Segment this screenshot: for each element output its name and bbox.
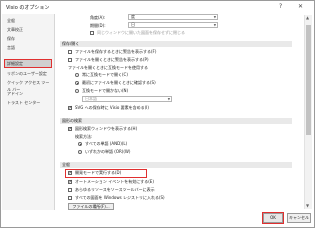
compat-subhead: ファイルを開くときに互換モードを使用する	[68, 65, 148, 70]
automation-events-label: オートメーション イベントを有効にする(E)	[75, 179, 154, 184]
options-dialog: Visio のオプション ? ✕ 全般 文章校正 保存 言語 詳細設定 リボンの…	[0, 0, 315, 228]
warn-open-label: ファイルを開くときに警告を表示する(P)	[75, 57, 149, 62]
close-button[interactable]: ✕	[298, 3, 303, 10]
show-search-label: 図形検索ウィンドウを表示する(H)	[75, 126, 138, 131]
sidebar-item-language[interactable]: 言語	[5, 44, 51, 51]
automation-events-checkbox[interactable]	[68, 179, 73, 185]
svg-include-checkbox[interactable]	[68, 105, 73, 111]
warn-save-checkbox[interactable]	[68, 50, 72, 54]
registry-label: すべての図面を Windows レジストリに入れる(S)	[75, 195, 165, 200]
resource-toolbar-checkbox[interactable]	[68, 188, 72, 192]
compat-never-label: 互換モードで開かない(N)	[82, 88, 129, 93]
sidebar-item-general[interactable]: 全般	[5, 17, 51, 24]
ok-button[interactable]: OK	[262, 212, 284, 224]
angle-select[interactable]: 度 ▼	[128, 14, 218, 20]
scroll-up-icon[interactable]: ▲	[306, 15, 309, 20]
sidebar-item-advanced[interactable]: 詳細設定	[4, 59, 52, 68]
help-button[interactable]: ?	[279, 3, 282, 10]
dialog-footer: OK キャンセル	[1, 210, 314, 227]
chevron-down-icon: ▼	[167, 97, 170, 101]
duration-label: 期間(D):	[90, 23, 106, 28]
compat-language-value: 日本語	[85, 96, 97, 101]
compat-always-radio[interactable]	[75, 73, 79, 77]
registry-checkbox[interactable]	[68, 196, 72, 200]
search-and-label: すべての単語 (AND)(L)	[85, 141, 128, 146]
warn-save-label: ファイルを保存するときに警告を表示する(F)	[75, 49, 157, 54]
window-title: Visio のオプション	[6, 5, 50, 11]
compat-ask-radio[interactable]	[75, 81, 79, 85]
duration-select[interactable]: 日 ▼	[128, 22, 218, 28]
angle-label: 角度(A):	[90, 15, 106, 20]
sidebar-item-addins[interactable]: アドイン	[5, 90, 51, 97]
figure-search-header: 図形の検索	[60, 118, 292, 124]
sidebar-item-proofing[interactable]: 文章校正	[5, 26, 51, 33]
compat-never-radio[interactable]	[75, 89, 79, 93]
file-location-button[interactable]: ファイルの場所(F)...	[68, 203, 114, 210]
developer-mode-label: 開発モードで実行する(D)	[75, 170, 122, 175]
sidebar-item-save[interactable]: 保存	[5, 35, 51, 42]
search-method-label: 検索方法:	[75, 134, 93, 139]
content-scrollbar[interactable]: ▲ ▼	[304, 15, 312, 209]
sidebar-item-quick-access[interactable]: クイック アクセス ツール バー	[5, 79, 51, 92]
svg-include-label: SVG への保存時に Visio 要素を含める(I)	[75, 105, 149, 110]
resource-toolbar-label: あらゆるリソースをソースツールバーに表示	[75, 187, 155, 192]
angle-value: 度	[131, 14, 135, 19]
search-or-label: いずれかの単語 (OR)(W)	[85, 149, 131, 154]
cancel-button[interactable]: キャンセル	[287, 213, 311, 223]
save-open-header: 保存/開く	[60, 41, 292, 47]
close-unsaved-label: 同じウィンドウに開いた図面を保存せずに閉じる	[97, 30, 185, 35]
developer-mode-checkbox[interactable]	[68, 170, 73, 176]
developer-mode-row[interactable]: 開発モードで実行する(D)	[65, 169, 147, 178]
scroll-down-icon[interactable]: ▼	[306, 203, 309, 208]
search-or-radio[interactable]	[78, 150, 82, 154]
options-sidebar: 全般 文章校正 保存 言語 詳細設定 リボンのユーザー設定 クイック アクセス …	[2, 14, 55, 227]
search-and-radio[interactable]	[78, 142, 82, 146]
sidebar-item-trust-center[interactable]: トラスト センター	[5, 99, 51, 106]
title-bar: Visio のオプション ? ✕	[1, 1, 314, 14]
chevron-down-icon: ▼	[213, 15, 216, 19]
sidebar-item-ribbon[interactable]: リボンのユーザー設定	[5, 70, 51, 77]
compat-always-label: 常に互換モードで開く(C)	[82, 72, 128, 77]
show-search-checkbox[interactable]	[68, 126, 73, 132]
scrollbar-thumb[interactable]	[306, 25, 311, 135]
duration-value: 日	[131, 22, 135, 27]
options-content: 角度(A): 度 ▼ 期間(D): 日 ▼ 同じウィンドウに開いた図面を保存せずに閉…	[56, 14, 302, 210]
close-unsaved-checkbox[interactable]	[90, 31, 94, 35]
warn-open-checkbox[interactable]	[68, 58, 72, 62]
compat-language-select[interactable]: 日本語 ▼	[82, 96, 172, 102]
chevron-down-icon: ▼	[213, 23, 216, 27]
compat-ask-label: 最初にファイルを開くときに確認する(S)	[82, 80, 156, 85]
general-header: 全般	[60, 162, 292, 168]
